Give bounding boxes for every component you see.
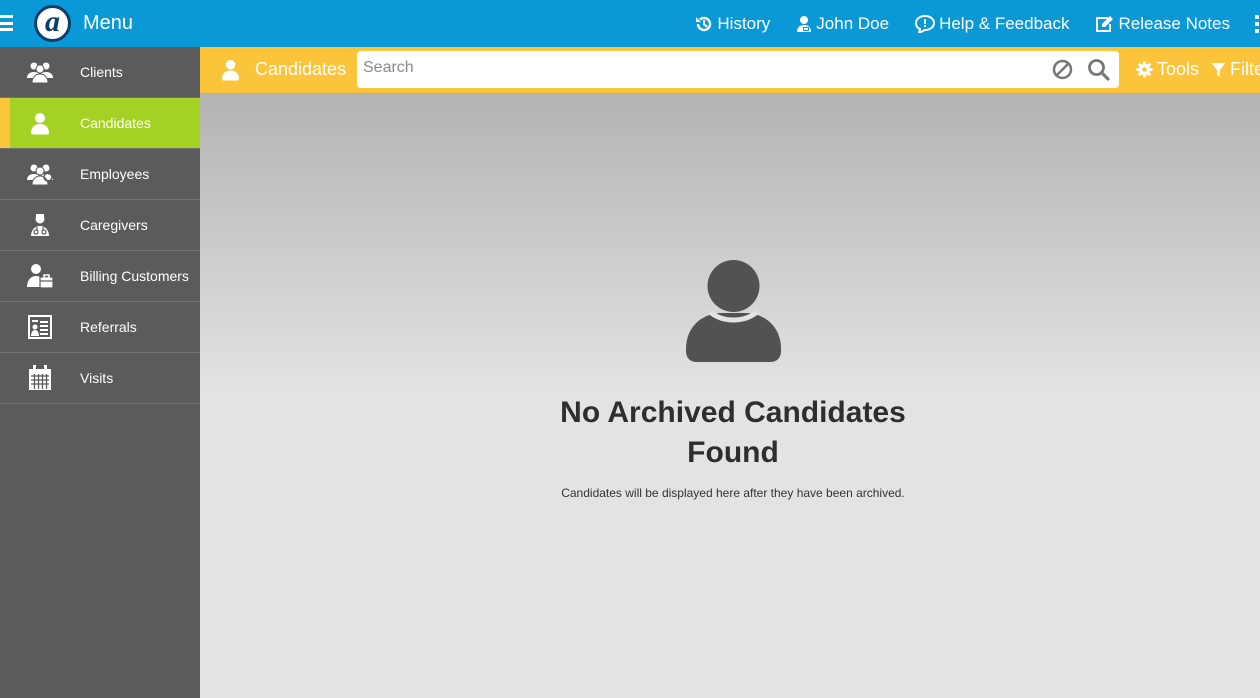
gear-icon	[1136, 61, 1153, 78]
search-input[interactable]	[363, 59, 1033, 77]
help-feedback-link[interactable]: Help & Feedback	[915, 14, 1069, 34]
clients-icon	[20, 60, 60, 84]
app-logo[interactable]: a	[34, 5, 71, 42]
sidebar-item-label: Visits	[80, 370, 114, 386]
sidebar-item-clients[interactable]: Clients	[0, 47, 200, 98]
calendar-icon	[20, 365, 60, 391]
sidebar-item-employees[interactable]: Employees	[0, 149, 200, 200]
filter-icon	[1211, 62, 1226, 77]
history-label: History	[717, 13, 771, 33]
empty-state-subtitle: Candidates will be displayed here after …	[561, 486, 905, 500]
sidebar-item-visits[interactable]: Visits	[0, 353, 200, 404]
user-icon	[797, 15, 812, 32]
sidebar-item-candidates[interactable]: Candidates	[0, 98, 200, 149]
sidebar-item-label: Caregivers	[80, 217, 148, 233]
candidate-icon	[220, 58, 241, 86]
sidebar: Clients Candidates Employees Caregivers …	[0, 47, 200, 698]
help-icon	[915, 14, 936, 33]
sidebar-item-caregivers[interactable]: Caregivers	[0, 200, 200, 251]
billing-icon	[20, 263, 60, 289]
main-content: No Archived Candidates Found Candidates …	[200, 93, 1260, 698]
referrals-icon	[20, 314, 60, 340]
filter-label: Filte	[1230, 59, 1260, 79]
edit-icon	[1096, 15, 1114, 32]
sidebar-item-label: Clients	[80, 64, 123, 80]
sidebar-item-label: Referrals	[80, 319, 137, 335]
user-name: John Doe	[816, 13, 890, 33]
tools-label: Tools	[1157, 59, 1200, 79]
candidates-header: Candidates Tools Filte	[200, 47, 1260, 93]
help-label: Help & Feedback	[939, 13, 1070, 33]
tools-button[interactable]: Tools	[1136, 59, 1199, 80]
top-bar: a Menu History John Doe Help & Feedback …	[0, 0, 1260, 47]
search-icon[interactable]	[1087, 58, 1110, 86]
page-title: Candidates	[255, 59, 347, 79]
more-options-icon[interactable]	[1254, 14, 1260, 33]
user-menu[interactable]: John Doe	[796, 14, 889, 34]
history-icon	[696, 16, 712, 31]
search-box	[357, 51, 1119, 88]
caregiver-icon	[20, 213, 60, 237]
employees-icon	[20, 162, 60, 186]
clear-search-icon[interactable]	[1052, 59, 1073, 85]
empty-state-title: No Archived Candidates Found	[560, 396, 906, 469]
sidebar-item-referrals[interactable]: Referrals	[0, 302, 200, 353]
sidebar-item-label: Candidates	[80, 115, 151, 131]
candidate-icon	[20, 111, 60, 135]
release-notes-label: Release Notes	[1118, 13, 1230, 33]
sidebar-item-label: Employees	[80, 166, 150, 182]
empty-state-person-icon	[685, 259, 782, 369]
hamburger-menu-icon[interactable]	[0, 15, 13, 31]
top-navigation: History John Doe Help & Feedback Release…	[695, 0, 1260, 47]
sidebar-item-billing-customers[interactable]: Billing Customers	[0, 251, 200, 302]
filter-button[interactable]: Filte	[1211, 59, 1260, 80]
release-notes-link[interactable]: Release Notes	[1095, 14, 1230, 34]
menu-label[interactable]: Menu	[83, 12, 133, 35]
history-link[interactable]: History	[695, 14, 770, 34]
sidebar-item-label: Billing Customers	[80, 268, 189, 284]
